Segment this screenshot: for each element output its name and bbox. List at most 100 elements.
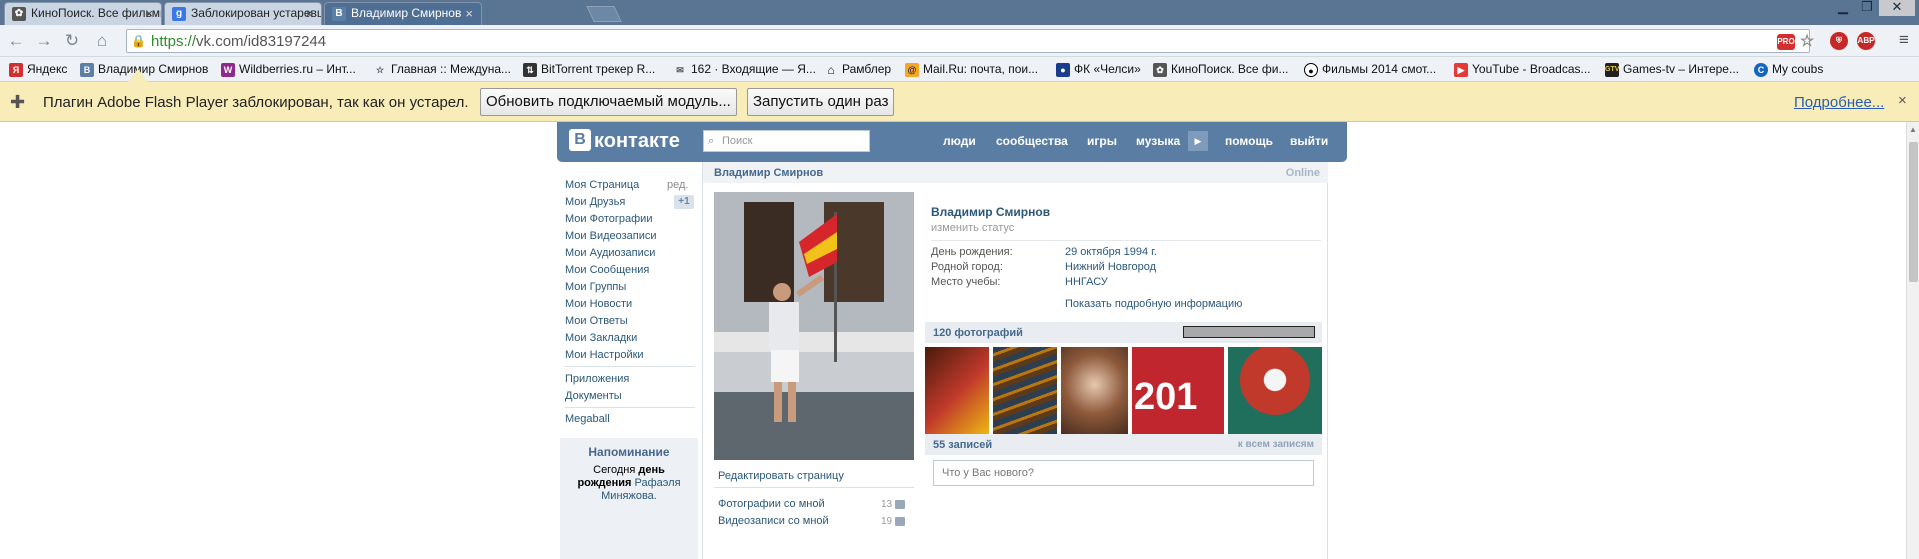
- nav-communities[interactable]: сообщества: [996, 134, 1068, 148]
- menu-my-messages[interactable]: Мои Сообщения: [565, 264, 649, 276]
- restore-icon[interactable]: ❐: [1855, 0, 1879, 16]
- scrollbar-thumb[interactable]: [1909, 142, 1918, 282]
- nav-logout[interactable]: выйти: [1290, 134, 1328, 148]
- bookmark-kinopoisk[interactable]: ✿ КиноПоиск. Все фи...: [1152, 57, 1289, 82]
- bookmark-chelsea[interactable]: ● ФК «Челси»: [1055, 57, 1141, 82]
- bookmark-coub[interactable]: C My coubs: [1753, 57, 1823, 82]
- menu-megaball[interactable]: Megaball: [565, 413, 610, 425]
- plugin-infobar: ✚ Плагин Adobe Flash Player заблокирован…: [0, 82, 1919, 122]
- update-plugin-button[interactable]: Обновить подключаемый модуль...: [480, 88, 737, 116]
- photo-thumb[interactable]: [1228, 347, 1322, 441]
- photos-title[interactable]: 120 фотографий: [933, 327, 1023, 339]
- tab-close-icon[interactable]: ×: [305, 3, 313, 24]
- menu-icon[interactable]: ≡: [1895, 31, 1913, 49]
- menu-my-answers[interactable]: Мои Ответы: [565, 315, 628, 327]
- tab-vk-profile[interactable]: В Владимир Смирнов ×: [324, 2, 482, 25]
- profile-main: Владимир Смирнов Online Редактировать ст…: [702, 162, 1328, 559]
- nav-music[interactable]: музыка: [1136, 134, 1180, 148]
- bookmark-mailru[interactable]: @ Mail.Ru: почта, пои...: [904, 57, 1038, 82]
- bookmark-wildberries[interactable]: W Wildberries.ru – Инт...: [220, 57, 356, 82]
- reminder-text: Сегодня день рождения Рафаэля Миняжова.: [577, 464, 681, 502]
- info-value-school[interactable]: ННГАСУ: [1065, 276, 1108, 288]
- bookmark-rambler[interactable]: ⌂ Рамблер: [823, 57, 891, 82]
- tab-close-icon[interactable]: ×: [145, 3, 153, 24]
- run-once-button[interactable]: Запустить один раз: [747, 88, 895, 116]
- vk-search-input[interactable]: ⌕ Поиск: [703, 130, 870, 152]
- page-scrollbar[interactable]: ▲: [1906, 122, 1919, 559]
- more-info-link[interactable]: Подробнее...: [1794, 94, 1884, 111]
- menu-apps[interactable]: Приложения: [565, 373, 629, 385]
- show-details-link[interactable]: Показать подробную информацию: [1065, 298, 1242, 310]
- nav-people[interactable]: люди: [943, 134, 976, 148]
- friends-count-badge[interactable]: +1: [674, 195, 694, 209]
- wall-count[interactable]: 55 записей: [933, 439, 992, 451]
- menu-my-page[interactable]: Моя Страница: [565, 179, 639, 191]
- nav-help[interactable]: помощь: [1225, 134, 1273, 148]
- wall-post-input[interactable]: Что у Вас нового?: [933, 460, 1314, 486]
- music-play-icon[interactable]: ▶: [1188, 131, 1208, 151]
- tab-title: Владимир Смирнов: [351, 6, 462, 20]
- infobar-message: Плагин Adobe Flash Player заблокирован, …: [43, 94, 469, 111]
- photo-thumb[interactable]: 201: [1132, 347, 1224, 441]
- forward-icon[interactable]: →: [34, 31, 54, 51]
- menu-my-groups[interactable]: Мои Группы: [565, 281, 626, 293]
- menu-my-audio[interactable]: Мои Аудиозаписи: [565, 247, 655, 259]
- home-icon[interactable]: ⌂: [92, 31, 112, 51]
- info-label-school: Место учебы:: [931, 276, 1001, 288]
- infobar-close-icon[interactable]: ×: [1898, 92, 1907, 109]
- photo-thumb[interactable]: [1061, 347, 1128, 441]
- info-value-hometown[interactable]: Нижний Новгород: [1065, 261, 1156, 273]
- bookmark-gamestv[interactable]: GTV Games-tv – Интере...: [1604, 57, 1739, 82]
- bookmark-bittorrent[interactable]: ⇅ BitTorrent трекер R...: [522, 57, 655, 82]
- mail-icon: ✉: [673, 63, 687, 77]
- profile-avatar[interactable]: [714, 192, 914, 460]
- adblock-icon[interactable]: ABP: [1857, 32, 1875, 50]
- tab-blocked-plugin[interactable]: g Заблокирован устаревш ×: [164, 2, 322, 25]
- infobar-pointer: [128, 69, 148, 82]
- bookmark-mezhduna[interactable]: ☆ Главная :: Междуна...: [372, 57, 511, 82]
- reload-icon[interactable]: ↻: [62, 31, 82, 51]
- youtube-icon: ▶: [1454, 63, 1468, 77]
- menu-documents[interactable]: Документы: [565, 390, 622, 402]
- photos-header[interactable]: 120 фотографий: [925, 322, 1322, 343]
- tab-close-icon[interactable]: ×: [465, 3, 473, 24]
- bookmarks-bar: Я Яндекс В Владимир Смирнов W Wildberries.r…: [0, 57, 1919, 82]
- menu-my-bookmarks[interactable]: Мои Закладки: [565, 332, 637, 344]
- menu-my-friends[interactable]: Мои Друзья: [565, 196, 625, 208]
- menu-my-photos[interactable]: Мои Фотографии: [565, 213, 652, 225]
- menu-my-settings[interactable]: Мои Настройки: [565, 349, 644, 361]
- bookmark-youtube[interactable]: ▶ YouTube - Broadcas...: [1453, 57, 1591, 82]
- tab-kinopoisk[interactable]: ✿ КиноПоиск. Все фильмы ×: [4, 2, 162, 25]
- vk-logo[interactable]: Вконтакте: [569, 129, 680, 153]
- info-value-birthday[interactable]: 29 октября 1994 г.: [1065, 246, 1157, 258]
- menu-my-videos[interactable]: Мои Видеозаписи: [565, 230, 657, 242]
- new-tab-button[interactable]: [586, 6, 622, 22]
- address-bar[interactable]: 🔒 https://vk.com/id83197244 PRO ☆: [126, 29, 1814, 53]
- close-window-icon[interactable]: ✕: [1879, 0, 1915, 16]
- photo-thumb[interactable]: [925, 347, 989, 441]
- change-status-link[interactable]: изменить статус: [931, 222, 1014, 234]
- menu-edit-link[interactable]: ред.: [667, 179, 688, 191]
- photos-with-me-link[interactable]: Фотографии со мной: [718, 498, 825, 510]
- shield-extension-icon[interactable]: ⛨: [1830, 32, 1848, 50]
- star-icon[interactable]: ☆: [1799, 34, 1815, 50]
- photo-thumb[interactable]: [993, 347, 1057, 441]
- nav-games[interactable]: игры: [1087, 134, 1117, 148]
- back-icon[interactable]: ←: [6, 31, 26, 51]
- info-label-hometown: Родной город:: [931, 261, 1003, 273]
- scroll-up-icon[interactable]: ▲: [1909, 125, 1917, 134]
- edit-page-link[interactable]: Редактировать страницу: [718, 470, 844, 482]
- toolbar: ← → ↻ ⌂ 🔒 https://vk.com/id83197244 PRO …: [0, 25, 1919, 57]
- pro-icon[interactable]: PRO: [1777, 34, 1795, 50]
- bookmark-films2014[interactable]: ● Фильмы 2014 смот...: [1303, 57, 1436, 82]
- wall-all-link[interactable]: к всем записям: [1238, 439, 1314, 450]
- kinopoisk-icon: ✿: [1153, 63, 1167, 77]
- tab-strip: ✿ КиноПоиск. Все фильмы × g Заблокирован…: [0, 0, 1919, 25]
- bookmark-yandex-mail[interactable]: ✉ 162 · Входящие — Я...: [672, 57, 816, 82]
- menu-my-news[interactable]: Мои Новости: [565, 298, 632, 310]
- menu-divider: [565, 407, 695, 408]
- minimize-icon[interactable]: ▁: [1831, 0, 1855, 16]
- videos-with-me-link[interactable]: Видеозаписи со мной: [718, 515, 829, 527]
- tab-title: Заблокирован устаревш: [191, 6, 322, 20]
- bookmark-yandex[interactable]: Я Яндекс: [8, 57, 67, 82]
